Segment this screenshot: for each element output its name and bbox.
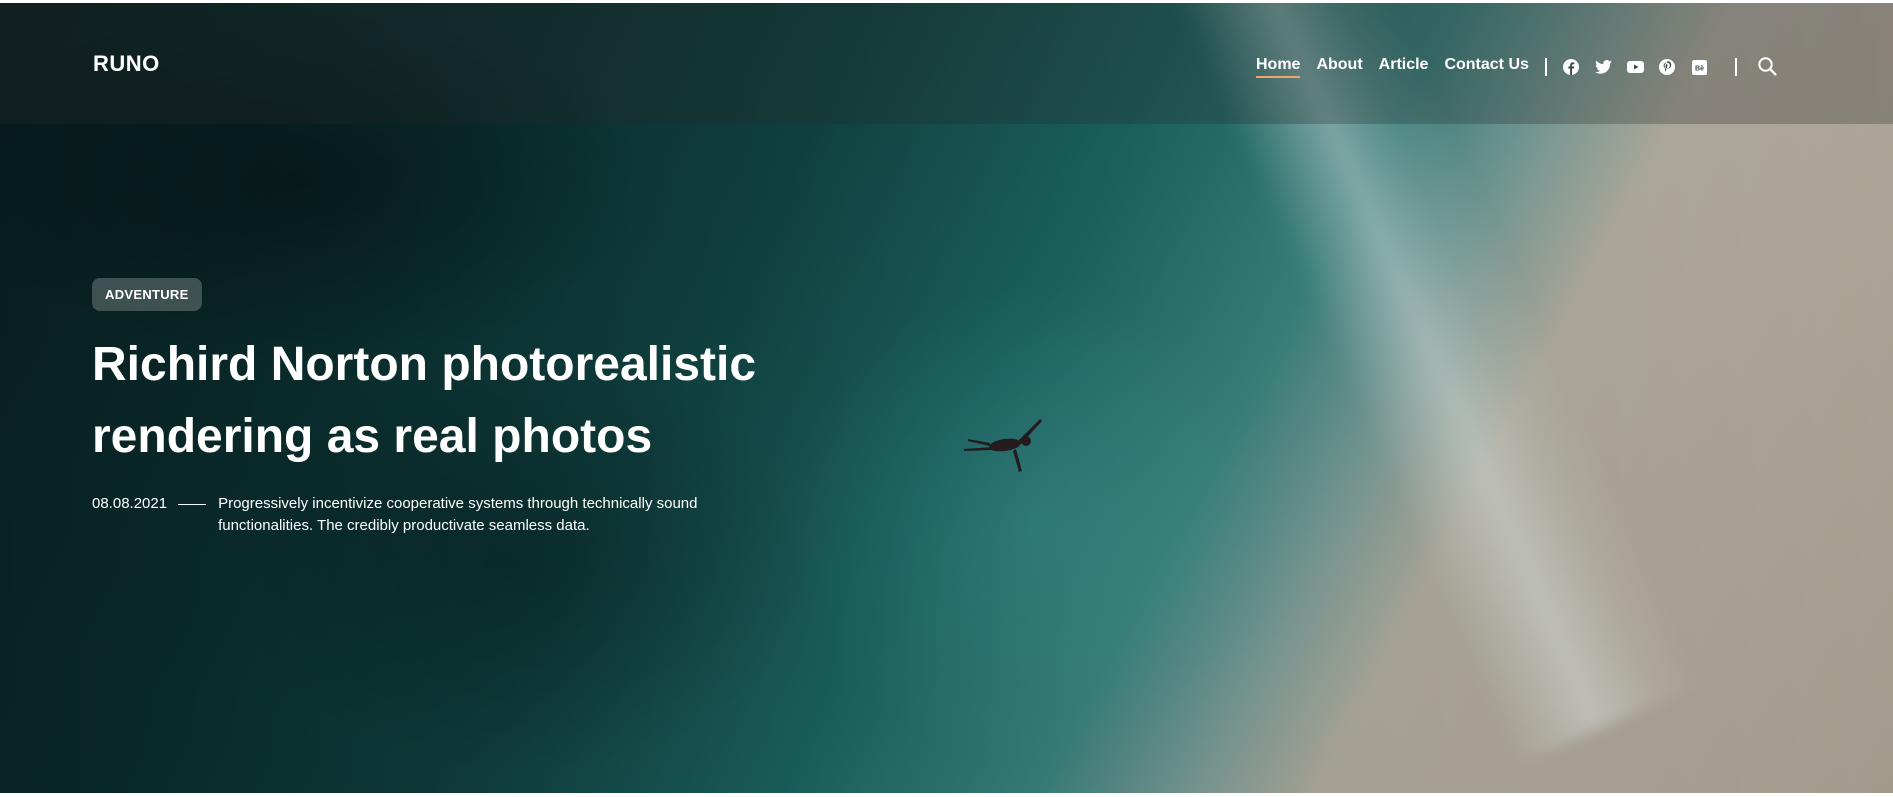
post-meta: 08.08.2021 Progressively incentivize coo…	[92, 493, 792, 537]
nav-contact-link[interactable]: Contact Us	[1444, 56, 1528, 78]
post-date: 08.08.2021	[92, 495, 168, 512]
social-links: Bē	[1563, 59, 1723, 76]
nav-home-link[interactable]: Home	[1256, 56, 1301, 78]
category-badge[interactable]: ADVENTURE	[92, 278, 202, 311]
site-header: RUNO Home About Article Contact Us Bē	[0, 3, 1893, 124]
facebook-icon[interactable]	[1563, 59, 1580, 76]
main-nav: Home About Article Contact Us Bē	[1256, 56, 1779, 78]
nav-divider	[1544, 58, 1547, 76]
youtube-icon[interactable]	[1626, 59, 1644, 76]
hero-content: ADVENTURE Richird Norton photorealistic …	[92, 278, 792, 537]
twitter-icon[interactable]	[1595, 59, 1612, 76]
meta-divider	[178, 504, 207, 505]
post-excerpt: Progressively incentivize cooperative sy…	[218, 495, 698, 534]
site-logo[interactable]: RUNO	[93, 51, 160, 77]
search-divider	[1734, 58, 1737, 76]
nav-article-link[interactable]: Article	[1379, 56, 1429, 78]
nav-about-link[interactable]: About	[1316, 56, 1362, 78]
svg-text:Bē: Bē	[1695, 65, 1704, 72]
hero-title[interactable]: Richird Norton photorealistic rendering …	[92, 329, 792, 473]
pinterest-icon[interactable]	[1659, 59, 1676, 76]
behance-icon[interactable]: Bē	[1691, 59, 1708, 76]
search-icon[interactable]	[1757, 56, 1779, 78]
